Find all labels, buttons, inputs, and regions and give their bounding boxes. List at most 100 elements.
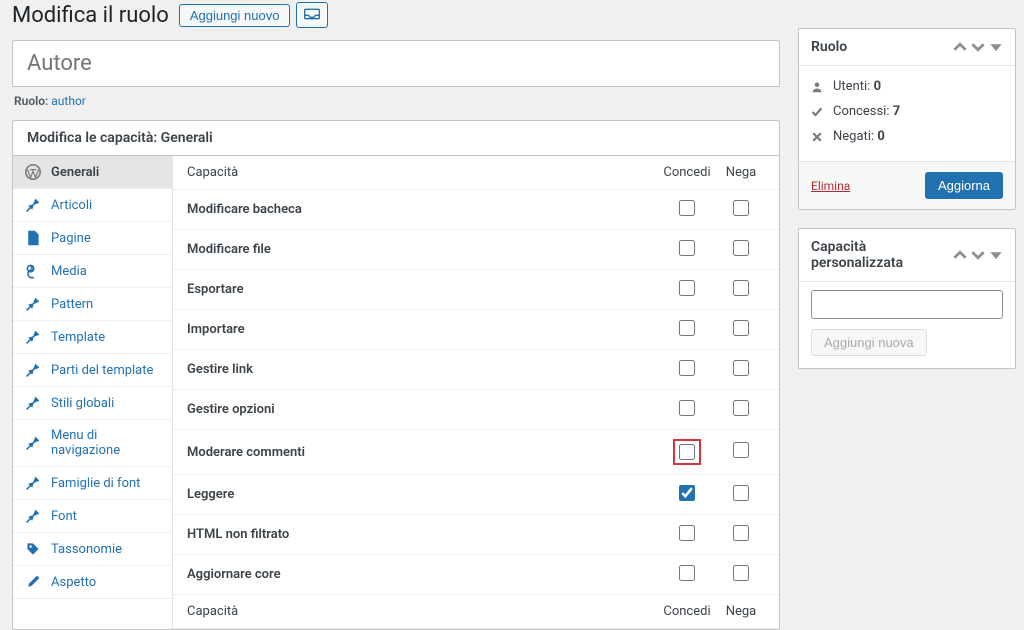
nav-label: Media [51,264,87,279]
pin-icon [25,197,41,213]
role-panel-title: Ruolo [811,39,847,55]
deny-checkbox[interactable] [733,442,749,458]
nav-label: Template [51,330,105,345]
capability-row: Modificare bacheca [173,190,779,230]
capability-name: Modificare bacheca [187,202,657,217]
import-export-button[interactable] [296,2,328,28]
pin-icon [25,508,41,524]
nav-label: Font [51,509,77,524]
nav-label: Articoli [51,198,92,213]
custom-capability-input[interactable] [811,290,1003,319]
pin-icon [25,475,41,491]
deny-checkbox[interactable] [733,400,749,416]
role-panel: Ruolo Utenti: 0 Concessi: 7 [798,28,1016,210]
capability-name: Esportare [187,282,657,297]
grant-checkbox[interactable] [679,444,695,460]
pin-icon [25,435,41,451]
nav-label: Aspetto [51,575,96,590]
deny-checkbox[interactable] [733,320,749,336]
stat-users-count: 0 [874,79,881,94]
nav-item-parti-del-template[interactable]: Parti del template [13,354,172,387]
user-icon [811,81,825,93]
chevron-up-icon[interactable] [953,40,967,54]
grant-checkbox[interactable] [679,525,695,541]
nav-label: Pagine [51,231,91,246]
nav-item-menu-di-navigazione[interactable]: Menu di navigazione [13,420,172,467]
nav-item-font[interactable]: Font [13,500,172,533]
add-new-button[interactable]: Aggiungi nuovo [179,4,291,27]
role-slug-line: Ruolo: author [4,87,780,120]
deny-checkbox[interactable] [733,525,749,541]
capability-row: Moderare commenti [173,430,779,475]
caret-icon[interactable] [989,40,1003,54]
chevron-down-icon[interactable] [971,40,985,54]
grant-checkbox[interactable] [679,400,695,416]
nav-item-aspetto[interactable]: Aspetto [13,566,172,599]
deny-checkbox[interactable] [733,565,749,581]
nav-label: Pattern [51,297,93,312]
col-name: Capacità [187,165,657,180]
stat-users-label: Utenti: [833,79,870,94]
stat-denied: Negati: 0 [811,124,1003,149]
pin-icon [25,296,41,312]
grant-checkbox[interactable] [679,200,695,216]
capability-row: Esportare [173,270,779,310]
nav-item-famiglie-di-font[interactable]: Famiglie di font [13,467,172,500]
delete-link[interactable]: Elimina [811,179,850,193]
deny-checkbox[interactable] [733,360,749,376]
deny-checkbox[interactable] [733,485,749,501]
nav-item-generali[interactable]: Generali [13,156,172,189]
capabilities-box: Modifica le capacità: Generali Generali A… [12,120,780,630]
pin-icon [25,362,41,378]
tag-icon [25,541,41,557]
nav-item-stili-globali[interactable]: Stili globali [13,387,172,420]
nav-item-pattern[interactable]: Pattern [13,288,172,321]
stat-users: Utenti: 0 [811,74,1003,99]
nav-item-template[interactable]: Template [13,321,172,354]
grant-checkbox[interactable] [679,240,695,256]
deny-checkbox[interactable] [733,200,749,216]
nav-label: Parti del template [51,363,153,378]
capability-name: Leggere [187,487,657,502]
check-icon [811,106,825,118]
chevron-up-icon[interactable] [953,248,967,262]
pin-icon [25,329,41,345]
page-title: Modifica il ruolo [12,3,169,28]
nav-item-media[interactable]: Media [13,255,172,288]
capability-name: Aggiornare core [187,567,657,582]
col-deny: Nega [717,165,765,180]
caret-icon[interactable] [989,248,1003,262]
media-icon [25,263,41,279]
custom-panel-title: Capacità personalizzata [811,239,953,271]
capability-name: Gestire opzioni [187,402,657,417]
stat-denied-label: Negati: [833,129,874,144]
nav-item-articoli[interactable]: Articoli [13,189,172,222]
nav-item-pagine[interactable]: Pagine [13,222,172,255]
x-icon [811,131,825,143]
update-button[interactable]: Aggiorna [925,172,1003,199]
nav-label: Tassonomie [51,542,122,557]
role-title: Autore [12,40,780,87]
col-deny: Nega [717,604,765,619]
add-custom-button[interactable]: Aggiungi nuova [811,329,927,356]
nav-item-tassonomie[interactable]: Tassonomie [13,533,172,566]
grant-checkbox[interactable] [679,320,695,336]
grant-checkbox[interactable] [679,360,695,376]
inbox-icon [304,8,320,23]
nav-label: Menu di navigazione [51,428,160,458]
grant-checkbox[interactable] [679,280,695,296]
role-slug-value: author [51,94,86,108]
nav-label: Famiglie di font [51,476,140,491]
panel-controls [953,40,1003,54]
deny-checkbox[interactable] [733,280,749,296]
deny-checkbox[interactable] [733,240,749,256]
grant-checkbox[interactable] [679,485,695,501]
stat-granted: Concessi: 7 [811,99,1003,124]
grant-checkbox[interactable] [679,565,695,581]
capabilities-heading: Modifica le capacità: Generali [13,121,779,156]
wp-icon [25,164,41,180]
col-name: Capacità [187,604,657,619]
capability-row: Gestire link [173,350,779,390]
stat-granted-count: 7 [893,104,900,119]
chevron-down-icon[interactable] [971,248,985,262]
